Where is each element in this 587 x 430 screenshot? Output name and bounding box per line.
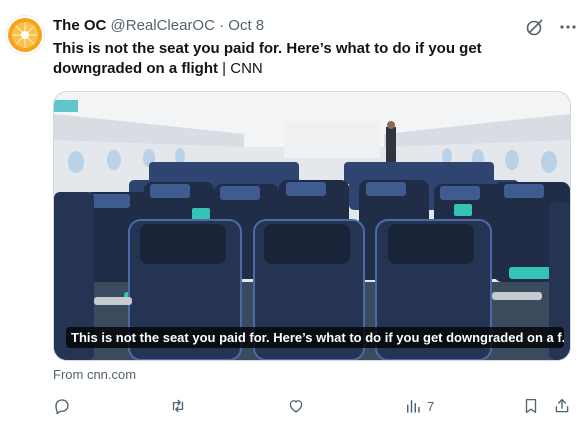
- views-icon: [407, 400, 420, 413]
- handle[interactable]: @RealClearOC: [111, 17, 215, 34]
- reply-button[interactable]: [53, 395, 71, 417]
- avatar[interactable]: [6, 16, 44, 54]
- timestamp[interactable]: Oct 8: [228, 17, 264, 34]
- views-count: 7: [427, 398, 435, 414]
- tweet-actions: 7: [53, 395, 578, 417]
- tweet-header: The OC @RealClearOC · Oct 8: [53, 16, 264, 36]
- tweet[interactable]: The OC @RealClearOC · Oct 8 This is not …: [0, 0, 587, 430]
- tweet-text: This is not the seat you paid for. Here’…: [53, 39, 568, 79]
- reply-icon: [55, 399, 69, 415]
- media-caption: This is not the seat you paid for. Here’…: [66, 327, 564, 348]
- more-icon[interactable]: [557, 17, 579, 37]
- link-source[interactable]: From cnn.com: [53, 367, 136, 383]
- heart-icon: [289, 400, 303, 413]
- link-card-image[interactable]: This is not the seat you paid for. Here’…: [53, 91, 571, 361]
- retweet-button[interactable]: [169, 395, 187, 417]
- tweet-headline[interactable]: This is not the seat you paid for. Here’…: [53, 40, 482, 77]
- retweet-icon: [172, 399, 184, 413]
- bookmark-button[interactable]: [522, 395, 540, 417]
- grok-icon[interactable]: [525, 17, 545, 37]
- like-button[interactable]: [287, 395, 305, 417]
- tweet-source-suffix: | CNN: [218, 60, 263, 77]
- display-name[interactable]: The OC: [53, 17, 106, 34]
- bookmark-icon: [525, 398, 537, 414]
- separator: ·: [219, 17, 225, 34]
- views-button[interactable]: 7: [404, 395, 434, 417]
- share-icon: [555, 398, 569, 413]
- orange-slice-icon: [8, 18, 42, 52]
- share-button[interactable]: [553, 395, 571, 417]
- airplane-cabin-image: [54, 92, 570, 360]
